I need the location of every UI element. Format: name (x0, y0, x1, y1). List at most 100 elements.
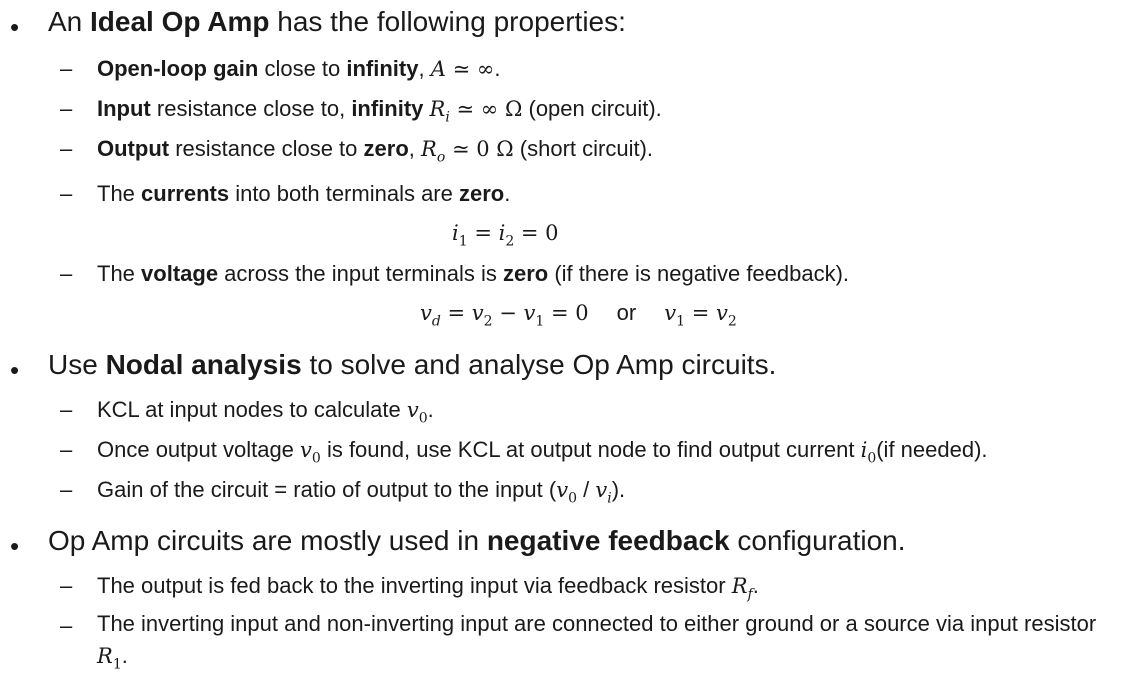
nodal-step-gain: Gain of the circuit = ratio of output to… (97, 477, 625, 506)
math-sub: 1 (676, 313, 686, 330)
math-var: v (471, 301, 484, 325)
math-sub: 1 (535, 313, 545, 330)
math-var: v (595, 478, 608, 502)
text: configuration. (729, 525, 906, 556)
text: to solve and analyse Op Amp circuits. (301, 349, 777, 380)
math: ≃ ∞ Ω (449, 97, 523, 121)
dash-2: – (60, 96, 73, 121)
math-var: A (430, 57, 446, 81)
bold-text: Nodal analysis (105, 349, 302, 380)
equation-voltage: vd = v2 − v1 = 0 or v1 = v2 (420, 300, 737, 329)
bold-text: Ideal Op Amp (90, 6, 270, 37)
math-sub: 2 (505, 233, 515, 250)
math-var: R (429, 97, 446, 121)
text: (if needed). (876, 437, 988, 462)
text: . (427, 397, 434, 422)
dash-9: – (60, 573, 73, 598)
text: KCL at input nodes to calculate (97, 397, 407, 422)
text: across the input terminals is (218, 261, 503, 286)
text: The inverting input and non-inverting in… (97, 611, 1097, 636)
bold-text: voltage (141, 261, 219, 286)
text: . (494, 56, 501, 81)
math: ≃ ∞ (445, 57, 495, 81)
math-var: v (420, 301, 432, 325)
dash-5: – (60, 261, 73, 286)
text: . (121, 643, 128, 668)
text: is found, use KCL at output node to find… (320, 437, 861, 462)
dash-4: – (60, 181, 73, 206)
math-var: v (664, 301, 677, 325)
bold-text: zero (458, 181, 505, 206)
math: = (440, 301, 472, 325)
math-var: v (406, 398, 419, 422)
text: The (97, 181, 142, 206)
or-text: or (616, 300, 637, 325)
text: resistance close to, (150, 96, 352, 121)
math: − (492, 301, 524, 325)
prop-voltage: The voltage across the input terminals i… (97, 261, 849, 287)
prop-output-resistance: Output resistance close to zero, Ro ≃ 0 … (97, 136, 653, 165)
feedback-point-output: The output is fed back to the inverting … (97, 573, 759, 602)
bold-text: negative feedback (486, 525, 730, 556)
math-var: i (452, 221, 459, 245)
heading-nodal-analysis: Use Nodal analysis to solve and analyse … (48, 349, 776, 381)
text: resistance close to (169, 136, 364, 161)
text: The (97, 261, 142, 286)
dash-8: – (60, 477, 73, 502)
prop-input-resistance: Input resistance close to, infinity Ri ≃… (97, 96, 662, 125)
text: into both terminals are (229, 181, 459, 206)
math-sub: o (436, 149, 446, 166)
math: = 0 (514, 221, 559, 245)
math-sub: 2 (727, 313, 737, 330)
math: = (685, 301, 716, 325)
text: (short circuit). (513, 136, 654, 161)
dash-3: – (60, 136, 73, 161)
dash-10: – (60, 613, 73, 638)
math-sub: 1 (112, 656, 122, 673)
dash-1: – (60, 56, 73, 81)
text: The output is fed back to the inverting … (97, 573, 732, 598)
bullet-1: • (10, 12, 20, 42)
math-sub: 1 (458, 233, 468, 250)
bold-text: Input (97, 96, 151, 121)
feedback-point-inputs: The inverting input and non-inverting in… (97, 608, 1097, 680)
text: close to (258, 56, 347, 81)
text: An (48, 6, 91, 37)
math-sub: 2 (483, 313, 493, 330)
text: Use (48, 349, 106, 380)
text: / (577, 477, 596, 502)
text: , (408, 136, 422, 161)
bold-text: infinity (346, 56, 419, 81)
math-var: v (556, 478, 569, 502)
text: . (752, 573, 759, 598)
math-var: v (300, 438, 312, 462)
bold-text: zero (502, 261, 549, 286)
bold-text: Open-loop gain (97, 56, 259, 81)
math-sub: 0 (867, 450, 877, 467)
math-var: R (731, 574, 748, 598)
math-sub: 0 (418, 410, 428, 427)
math-sub: 0 (311, 450, 321, 467)
heading-negative-feedback: Op Amp circuits are mostly used in negat… (48, 525, 906, 557)
bullet-3: • (10, 531, 20, 561)
math-var: v (523, 301, 536, 325)
math: = 0 (544, 301, 589, 325)
math-var: R (97, 644, 113, 668)
text: ). (611, 477, 626, 502)
bold-text: zero (363, 136, 409, 161)
bold-text: infinity (351, 96, 424, 121)
prop-open-loop-gain: Open-loop gain close to infinity, A ≃ ∞. (97, 56, 500, 82)
math-var: R (421, 137, 437, 161)
text: Once output voltage (97, 437, 301, 462)
equation-currents: i1 = i2 = 0 (452, 220, 559, 249)
dash-7: – (60, 437, 73, 462)
text: Gain of the circuit = ratio of output to… (97, 477, 557, 502)
text: Op Amp circuits are mostly used in (48, 525, 487, 556)
bold-text: currents (141, 181, 230, 206)
dash-6: – (60, 397, 73, 422)
math-sub: d (431, 313, 441, 330)
math-var: v (715, 301, 728, 325)
math: = (467, 221, 499, 245)
math-sub: 0 (568, 490, 578, 507)
text: . (504, 181, 511, 206)
